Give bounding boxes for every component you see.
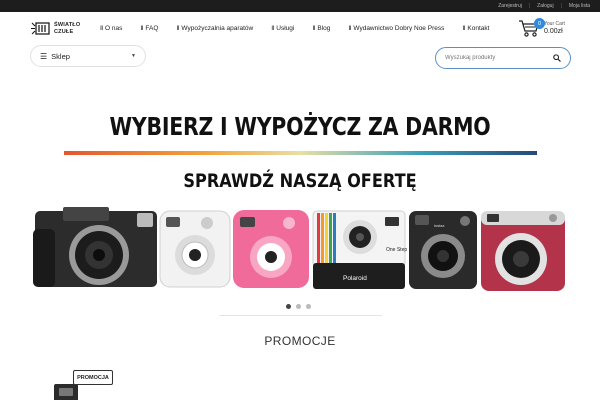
login-link[interactable]: Zaloguj — [537, 3, 553, 9]
nav-item-kontakt[interactable]: Ⅱ Kontakt — [462, 24, 489, 32]
separator: | — [560, 3, 562, 9]
camera-instax-mini-pink — [233, 210, 309, 288]
slider-dot-2[interactable] — [296, 304, 301, 309]
section-divider — [219, 315, 382, 316]
slider-dot-3[interactable] — [306, 304, 311, 309]
nav-item-o-nas[interactable]: Ⅱ O nas — [100, 24, 122, 32]
site-logo[interactable]: ŚWIATŁO CZUŁE — [31, 20, 80, 37]
nav-item-label: Wydawnictwo Dobry Noe Press — [353, 25, 445, 32]
cart-widget[interactable]: 0 Your Cart 0.00zł — [518, 18, 565, 38]
nav-item-wydawnictwo[interactable]: Ⅱ Wydawnictwo Dobry Noe Press — [348, 24, 444, 32]
shop-category-dropdown[interactable]: ☰ Sklep ▼ — [30, 45, 146, 67]
nav-item-uslugi[interactable]: Ⅱ Usługi — [271, 24, 294, 32]
cart-count-badge: 0 — [534, 18, 545, 29]
nav-item-label: Kontakt — [467, 25, 490, 32]
nav-item-blog[interactable]: Ⅱ Blog — [312, 24, 330, 32]
slider-pagination — [286, 304, 311, 309]
slider-dot-1[interactable] — [286, 304, 291, 309]
hero-cameras-banner[interactable]: One Step Polaroid instax — [33, 205, 569, 293]
polaroid-label: Polaroid — [343, 275, 367, 282]
cart-summary: Your Cart 0.00zł — [544, 21, 565, 35]
product-search-bar — [435, 47, 571, 69]
logo-line2: CZUŁE — [54, 28, 74, 35]
search-input[interactable] — [445, 55, 554, 61]
separator: | — [528, 3, 531, 9]
search-icon[interactable] — [553, 54, 561, 62]
chevron-down-icon: ▼ — [131, 53, 136, 59]
promotions-section-title: PROMOCJE — [264, 334, 336, 348]
top-utility-bar: Zarejestruj | Zaloguj | Moja lista — [0, 0, 600, 12]
camera-instax-square-red — [481, 211, 565, 291]
logo-line1: ŚWIATŁO — [54, 21, 81, 28]
nav-item-label: Usługi — [276, 25, 295, 32]
instax-label: instax — [434, 223, 444, 228]
camera-instax-square-black: instax — [409, 211, 477, 289]
nav-item-faq[interactable]: Ⅱ FAQ — [140, 24, 158, 32]
nav-item-label: Wypożyczalnia aparatów — [181, 25, 254, 32]
camera-instax-mini-white — [159, 210, 231, 288]
main-nav: Ⅱ O nas Ⅱ FAQ Ⅱ Wypożyczalnia aparatów Ⅱ… — [100, 24, 507, 32]
hamburger-icon: ☰ — [40, 51, 48, 61]
camera-instax-wide — [33, 207, 157, 287]
nav-item-label: FAQ — [145, 25, 159, 32]
promotion-badge: PROMOCJA — [73, 370, 113, 385]
camera-shutter-logo-icon — [31, 22, 50, 35]
product-thumbnail[interactable] — [54, 384, 78, 400]
nav-item-wypozyczalnia[interactable]: Ⅱ Wypożyczalnia aparatów — [176, 24, 253, 32]
site-header: ŚWIATŁO CZUŁE Ⅱ O nas Ⅱ FAQ Ⅱ Wypożyczal… — [0, 12, 600, 46]
camera-polaroid-onestep: One Step Polaroid — [312, 210, 407, 289]
onestep-label: One Step — [386, 247, 407, 253]
cart-total: 0.00zł — [544, 28, 563, 35]
hero-subheadline: SPRAWDŹ NASZĄ OFERTĘ — [183, 170, 417, 192]
nav-item-label: O nas — [105, 25, 123, 32]
cart-label: Your Cart — [544, 21, 565, 27]
hero-gradient-divider — [64, 151, 537, 155]
wishlist-link[interactable]: Moja lista — [569, 3, 590, 9]
register-link[interactable]: Zarejestruj — [498, 3, 522, 9]
nav-item-label: Blog — [317, 25, 331, 32]
hero-headline: WYBIERZ I WYPOŻYCZ ZA DARMO — [109, 112, 491, 141]
logo-text: ŚWIATŁO CZUŁE — [54, 22, 80, 36]
shop-dropdown-label: Sklep — [51, 51, 70, 61]
